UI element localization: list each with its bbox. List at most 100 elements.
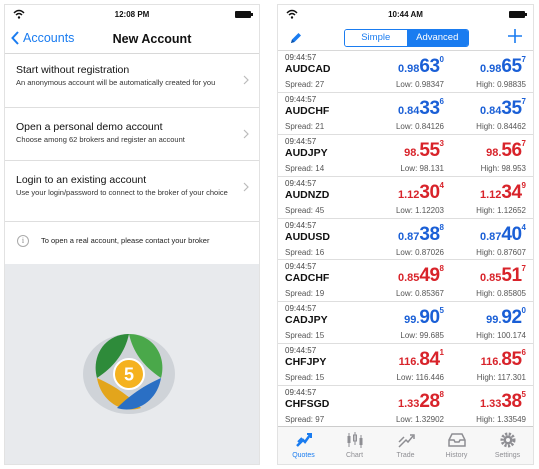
- settings-icon: [500, 432, 515, 448]
- battery-icon: [509, 11, 527, 18]
- logo-area: 5: [5, 264, 259, 464]
- price-prefix: 0.84: [479, 104, 502, 117]
- chevron-right-icon: [243, 129, 249, 139]
- price-big-figure: 49: [419, 265, 440, 287]
- edit-pencil-icon[interactable]: [289, 31, 303, 45]
- ask-price: 1.33385: [480, 390, 526, 413]
- page-title: New Account: [112, 32, 192, 46]
- quote-row[interactable]: 09:44:57 AUDNZD Spread: 45 1.12304 1.12349 Lo…: [278, 177, 533, 219]
- ask-price: 98.567: [486, 139, 526, 162]
- tab-quotes[interactable]: Quotes: [278, 427, 329, 464]
- price-big-figure: 63: [419, 56, 440, 77]
- option-title: Open a personal demo account: [16, 121, 163, 133]
- price-big-figure: 40: [501, 223, 522, 245]
- quote-symbol: AUDNZD: [285, 188, 330, 201]
- wifi-icon: [286, 9, 298, 19]
- quote-spread: Spread: 14: [285, 163, 325, 173]
- price-prefix: 1.12: [479, 188, 502, 201]
- option-subtitle: Choose among 62 brokers and register an …: [16, 135, 185, 144]
- quote-row[interactable]: 09:44:57 CHFJPY Spread: 15 116.841 116.856 Lo…: [278, 344, 533, 387]
- quote-spread: Spread: 16: [285, 247, 325, 257]
- price-pip-fraction: 5: [521, 390, 526, 400]
- tab-label: Settings: [494, 452, 521, 459]
- ask-price: 0.84357: [479, 97, 526, 120]
- quote-low: Low: 0.84126: [395, 121, 444, 131]
- price-big-figure: 33: [419, 97, 440, 119]
- quote-symbol: AUDCAD: [285, 63, 331, 75]
- bid-price: 1.33288: [398, 390, 444, 413]
- price-prefix: 0.98: [479, 63, 502, 75]
- price-pip-fraction: 8: [439, 222, 444, 232]
- quote-low: Low: 1.12203: [395, 205, 444, 215]
- ask-price: 116.856: [481, 348, 526, 371]
- price-pip-fraction: 8: [439, 390, 444, 400]
- quote-row[interactable]: 09:44:57 CADCHF Spread: 19 0.85498 0.85517 Lo…: [278, 260, 533, 303]
- status-time: 12:08 PM: [114, 10, 150, 19]
- battery-icon: [235, 11, 253, 18]
- quote-time: 09:44:57: [285, 53, 317, 62]
- quote-time: 09:44:57: [285, 136, 317, 146]
- tab-history[interactable]: History: [431, 427, 482, 464]
- bid-price: 0.87388: [397, 222, 444, 246]
- option-subtitle: Use your login/password to connect to th…: [16, 188, 228, 197]
- tab-trade[interactable]: Trade: [380, 427, 431, 464]
- tab-bar: Quotes Chart Trade History Settings: [278, 426, 533, 464]
- quote-low: Low: 0.87026: [395, 247, 444, 257]
- price-big-figure: 28: [419, 391, 440, 413]
- tab-label: History: [445, 452, 468, 459]
- price-pip-fraction: 6: [439, 96, 444, 106]
- price-big-figure: 34: [501, 181, 522, 203]
- quote-row[interactable]: 09:44:57 AUDCAD Spread: 27 0.98630 0.98657 Lo…: [278, 51, 533, 93]
- quote-high: High: 117.301: [476, 373, 526, 383]
- price-pip-fraction: 8: [439, 264, 444, 274]
- quote-spread: Spread: 19: [285, 289, 325, 299]
- price-prefix: 0.87: [397, 230, 420, 243]
- bid-price: 1.12304: [398, 181, 444, 204]
- price-big-figure: 90: [419, 307, 440, 329]
- quote-row[interactable]: 09:44:57 CADJPY Spread: 15 99.905 99.920 Low:…: [278, 302, 533, 345]
- add-symbol-icon[interactable]: [506, 27, 524, 45]
- quote-symbol: AUDCHF: [285, 104, 330, 117]
- quote-symbol: AUDJPY: [285, 146, 328, 159]
- option-login-existing-account[interactable]: Login to an existing account Use your lo…: [5, 161, 259, 222]
- option-subtitle: An anonymous account will be automatical…: [16, 78, 216, 87]
- status-bar: 10:44 AM: [278, 5, 533, 24]
- quote-row[interactable]: 09:44:57 AUDCHF Spread: 21 0.84336 0.84357 Lo…: [278, 93, 533, 135]
- quote-time: 09:44:57: [285, 178, 317, 188]
- quote-spread: Spread: 15: [285, 373, 325, 383]
- price-pip-fraction: 1: [439, 348, 444, 358]
- segment-advanced[interactable]: Advanced: [406, 30, 468, 46]
- segment-simple[interactable]: Simple: [345, 30, 407, 46]
- tab-label: Trade: [396, 452, 415, 459]
- quote-low: Low: 99.685: [400, 331, 444, 341]
- quote-high: High: 0.85805: [476, 289, 526, 299]
- quote-low: Low: 98.131: [400, 163, 444, 173]
- price-pip-fraction: 9: [521, 180, 526, 190]
- price-pip-fraction: 5: [439, 306, 444, 316]
- option-start-without-registration[interactable]: Start without registration An anonymous …: [5, 54, 259, 108]
- quote-time: 09:44:57: [285, 220, 317, 230]
- quote-row[interactable]: 09:44:57 AUDJPY Spread: 14 98.553 98.567 Low:…: [278, 135, 533, 177]
- price-big-figure: 35: [501, 97, 522, 119]
- quote-spread: Spread: 21: [285, 121, 325, 131]
- status-bar: 12:08 PM: [5, 5, 259, 24]
- price-prefix: 0.85: [479, 272, 502, 285]
- quote-time: 09:44:57: [285, 94, 317, 104]
- quote-row[interactable]: 09:44:57 CHFSGD Spread: 97 1.33288 1.33385 Lo…: [278, 386, 533, 428]
- option-open-demo-account[interactable]: Open a personal demo account Choose amon…: [5, 108, 259, 161]
- logo-version: 5: [124, 365, 134, 385]
- price-big-figure: 30: [419, 181, 440, 203]
- price-big-figure: 65: [501, 56, 522, 77]
- metatrader-logo: 5: [83, 334, 175, 414]
- option-title: Start without registration: [16, 64, 130, 76]
- quote-low: Low: 0.85367: [395, 289, 444, 299]
- tab-label: Chart: [345, 452, 364, 459]
- navigation-bar: Accounts New Account: [5, 24, 259, 54]
- price-prefix: 0.85: [397, 272, 420, 285]
- tab-chart[interactable]: Chart: [329, 427, 380, 464]
- quote-symbol: CHFSGD: [285, 398, 330, 411]
- tab-settings[interactable]: Settings: [482, 427, 533, 464]
- bid-price: 0.84336: [398, 96, 444, 120]
- quote-row[interactable]: 09:44:57 AUDUSD Spread: 16 0.87388 0.87404 Lo…: [278, 219, 533, 261]
- price-big-figure: 38: [501, 391, 522, 413]
